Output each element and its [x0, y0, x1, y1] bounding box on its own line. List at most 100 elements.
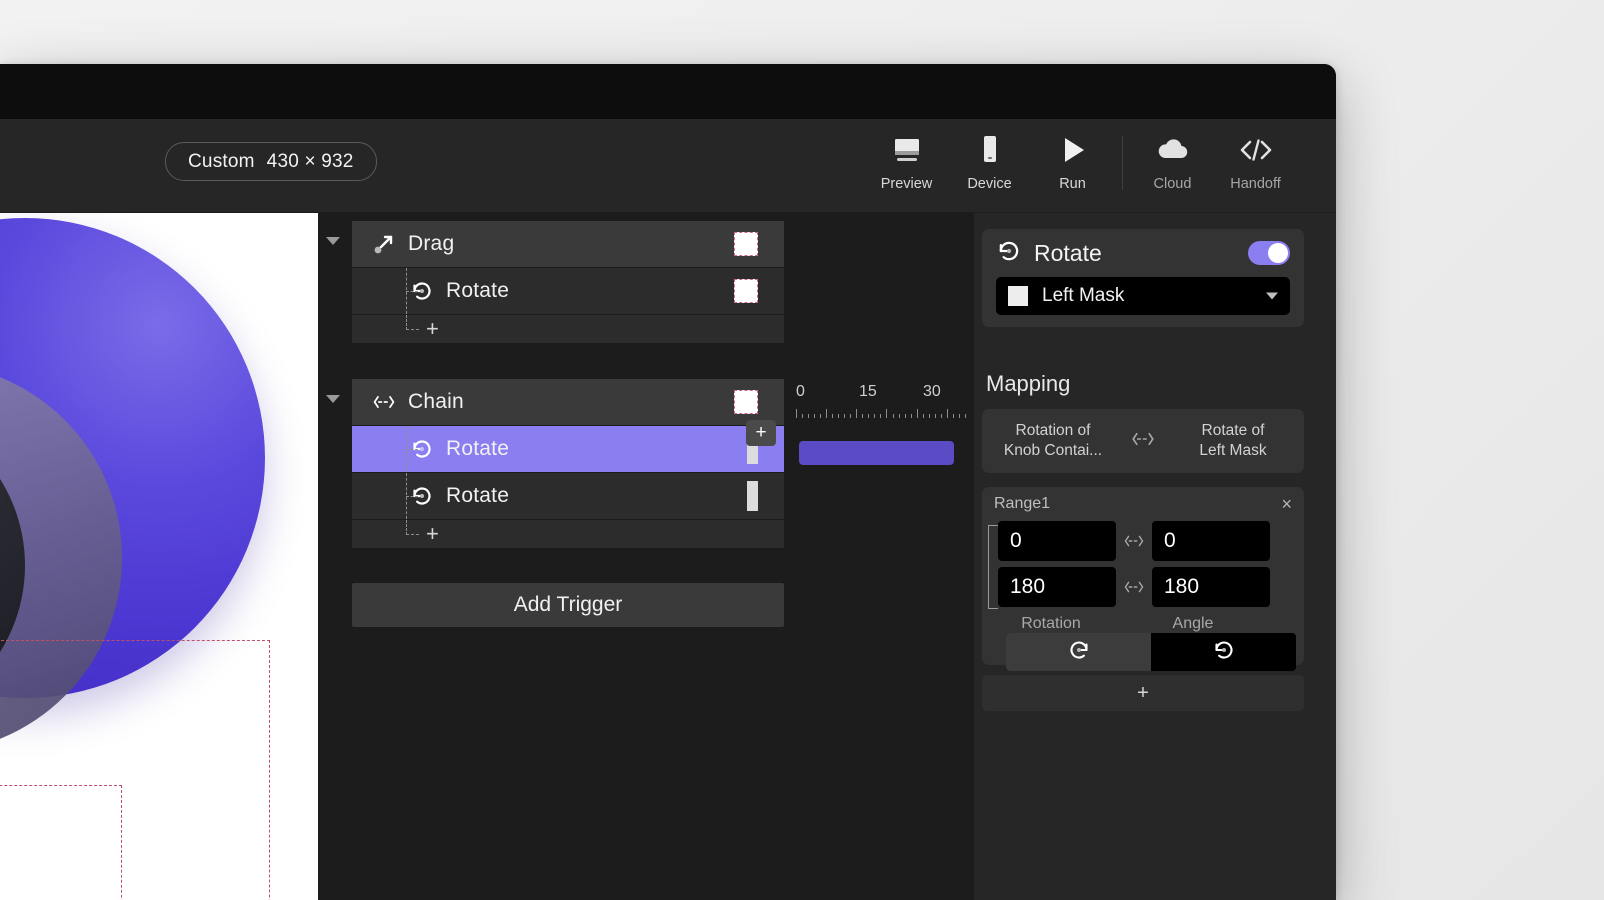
add-action-row-chain[interactable]: +: [352, 520, 784, 549]
tree-connector-elbow: [406, 520, 419, 535]
code-icon: [1239, 133, 1273, 167]
drag-arrow-icon: [372, 232, 396, 256]
range-column-labels: Rotation Angle: [982, 613, 1304, 633]
trigger-label-chain: Chain: [408, 390, 464, 413]
chain-link-icon: [1130, 431, 1156, 452]
chain-link-icon: [372, 393, 396, 411]
mapping-source-line1: Rotation of: [1015, 422, 1091, 439]
mapping-target-line1: Rotate of: [1201, 422, 1265, 439]
range-row-to: 180 180: [998, 567, 1288, 607]
action-card-header: Rotate: [982, 229, 1304, 277]
trigger-row-drag[interactable]: Drag: [352, 221, 784, 268]
handoff-button[interactable]: Handoff: [1214, 133, 1297, 192]
action-row-chain-rotate-1[interactable]: Rotate: [352, 426, 784, 473]
rotate-ccw-icon: [1212, 638, 1236, 667]
tree-connector-tick: [406, 449, 418, 450]
preview-button[interactable]: Preview: [865, 133, 948, 192]
range-to-rotation-input[interactable]: 180: [998, 567, 1116, 607]
handoff-label: Handoff: [1230, 176, 1281, 192]
trigger-timeline-pane: Drag Rotate + Chain Rotate + Rotate + Ad…: [318, 213, 973, 900]
action-enabled-toggle[interactable]: [1248, 241, 1290, 265]
toggle-knob: [1268, 243, 1288, 263]
trigger-group-chain: Chain Rotate + Rotate +: [326, 379, 784, 549]
cloud-icon: [1156, 133, 1190, 167]
trigger-group-drag: Drag Rotate +: [326, 221, 784, 344]
toolbar: Custom 430 × 932 Preview Device Run Clou…: [0, 119, 1336, 213]
cloud-label: Cloud: [1153, 176, 1192, 192]
timeline-duration-bar[interactable]: [799, 441, 954, 465]
tree-connector-tick: [406, 291, 418, 292]
disclosure-triangle-chain[interactable]: [326, 395, 340, 403]
add-range-button[interactable]: +: [982, 675, 1304, 711]
add-action-row-drag[interactable]: +: [352, 315, 784, 344]
action-title: Rotate: [1034, 239, 1102, 266]
action-card: Rotate Left Mask: [982, 229, 1304, 327]
range-card: Range1 × 0 0 180 180 Rotation Angle: [982, 487, 1304, 671]
disclosure-triangle-drag[interactable]: [326, 237, 340, 245]
range-label-rotation: Rotation: [1021, 615, 1081, 632]
action-label-rotate: Rotate: [446, 484, 510, 507]
mapping-target-line2: Left Mask: [1199, 442, 1267, 459]
layer-color-swatch[interactable]: [734, 390, 758, 414]
phone-icon: [980, 133, 1000, 167]
range-row-from: 0 0: [998, 521, 1288, 561]
target-color-swatch: [1008, 286, 1028, 306]
action-row-drag-rotate[interactable]: Rotate: [352, 268, 784, 315]
size-chip-dimensions: 430 × 932: [266, 150, 354, 172]
app-window: Custom 430 × 932 Preview Device Run Clou…: [0, 64, 1336, 900]
chain-link-icon: [1116, 580, 1152, 594]
range-header: Range1 ×: [982, 487, 1304, 521]
device-label: Device: [967, 176, 1012, 192]
mapping-source-line2: Knob Contai...: [1003, 442, 1103, 459]
plus-icon: +: [426, 316, 439, 341]
monitor-icon: [892, 133, 922, 167]
range-to-angle-input[interactable]: 180: [1152, 567, 1270, 607]
toolbar-divider: [1122, 135, 1123, 190]
action-color-swatch[interactable]: [747, 481, 758, 511]
plus-icon: +: [426, 521, 439, 546]
trigger-row-chain[interactable]: Chain: [352, 379, 784, 426]
ruler-ticks: [796, 409, 971, 418]
target-layer-label: Left Mask: [1042, 285, 1125, 306]
mapping-card[interactable]: Rotation of Knob Contai... Rotate of Lef…: [982, 409, 1304, 473]
action-label-rotate: Rotate: [446, 279, 510, 302]
range-title: Range1: [994, 495, 1051, 512]
canvas-pane[interactable]: [0, 213, 318, 900]
run-button[interactable]: Run: [1031, 133, 1114, 192]
play-icon: [1059, 133, 1087, 167]
ruler-label-15: 15: [859, 383, 877, 400]
range-bracket: [988, 525, 998, 609]
device-button[interactable]: Device: [948, 133, 1031, 192]
target-layer-select[interactable]: Left Mask: [996, 277, 1290, 315]
action-row-chain-rotate-2[interactable]: Rotate: [352, 473, 784, 520]
size-chip-preset: Custom: [188, 150, 255, 172]
tree-connector-elbow: [406, 315, 419, 330]
range-label-angle: Angle: [1172, 615, 1214, 632]
cloud-button[interactable]: Cloud: [1131, 133, 1214, 192]
inspector-panel: Rotate Left Mask Mapping Rotation of Kno…: [973, 213, 1336, 900]
add-action-badge[interactable]: +: [746, 420, 776, 446]
rotate-ccw-icon: [996, 238, 1022, 269]
chevron-down-icon: [1266, 292, 1278, 300]
chain-link-icon: [1116, 534, 1152, 548]
rotate-clockwise-button[interactable]: [1006, 633, 1151, 671]
window-titlebar: [0, 64, 1336, 119]
mapping-target: Rotate of Left Mask: [1174, 421, 1292, 461]
add-trigger-button[interactable]: Add Trigger: [352, 583, 784, 627]
preview-label: Preview: [880, 176, 933, 192]
selection-outline-inner: [0, 785, 122, 900]
mapping-source: Rotation of Knob Contai...: [994, 421, 1112, 461]
range-from-rotation-input[interactable]: 0: [998, 521, 1116, 561]
main-body: Drag Rotate + Chain Rotate + Rotate + Ad…: [0, 213, 1336, 900]
layer-color-swatch[interactable]: [734, 279, 758, 303]
range-fields: 0 0 180 180: [982, 521, 1304, 609]
action-label-rotate: Rotate: [446, 437, 510, 460]
range-close-button[interactable]: ×: [1281, 495, 1292, 513]
ruler-label-0: 0: [796, 383, 805, 400]
layer-color-swatch[interactable]: [734, 232, 758, 256]
tree-connector-tick: [406, 496, 418, 497]
mapping-section-title: Mapping: [986, 371, 1071, 396]
canvas-size-chip[interactable]: Custom 430 × 932: [165, 142, 377, 181]
rotate-counterclockwise-button[interactable]: [1151, 633, 1296, 671]
range-from-angle-input[interactable]: 0: [1152, 521, 1270, 561]
